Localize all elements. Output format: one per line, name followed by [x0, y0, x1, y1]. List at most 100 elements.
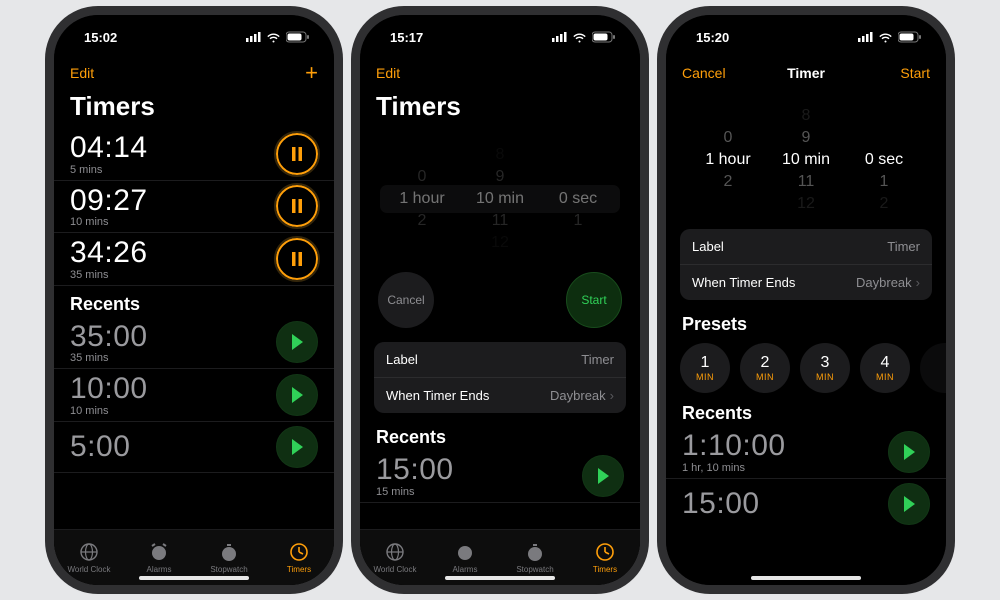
picker-seconds[interactable]: 0 sec 1 2	[845, 105, 923, 215]
cellular-icon	[246, 32, 261, 42]
pause-button[interactable]	[276, 185, 318, 227]
status-time: 15:17	[390, 30, 423, 45]
page-title: Timers	[54, 89, 334, 128]
home-indicator[interactable]	[139, 576, 249, 580]
presets-row: 1MIN 2MIN 3MIN 4MIN	[666, 337, 946, 395]
alarm-icon	[148, 541, 170, 563]
recent-duration: 5:00	[70, 431, 130, 463]
recent-timer-row[interactable]: 15:00	[666, 479, 946, 529]
recent-timer-row[interactable]: 35:0035 mins	[54, 317, 334, 370]
home-indicator[interactable]	[751, 576, 861, 580]
wifi-icon	[572, 32, 587, 43]
start-round-button[interactable]: Start	[566, 272, 622, 328]
timer-label: 10 mins	[70, 216, 148, 228]
phone-1: 15:02 Edit + Timers 04:145 mins 09:2710 …	[54, 15, 334, 585]
cellular-icon	[552, 32, 567, 42]
timer-icon	[288, 541, 310, 563]
status-time: 15:20	[696, 30, 729, 45]
tab-label: World Clock	[68, 565, 111, 574]
edit-button[interactable]: Edit	[70, 65, 114, 81]
nav-bar: Edit	[360, 59, 640, 89]
play-button[interactable]	[888, 483, 930, 525]
picker-seconds[interactable]: 0 sec 1	[539, 166, 617, 232]
recent-label: 1 hr, 10 mins	[682, 462, 786, 474]
section-recents: Recents	[666, 395, 946, 426]
chevron-right-icon: ›	[610, 388, 614, 403]
picker-minutes[interactable]: 8 9 10 min 11 12	[767, 105, 845, 215]
active-timer-row[interactable]: 34:2635 mins	[54, 233, 334, 286]
battery-icon	[898, 31, 922, 43]
phone-2: 15:17 Edit Timers 0 1 hour 2 8	[360, 15, 640, 585]
preset-button[interactable]: 2MIN	[740, 343, 790, 393]
chevron-right-icon: ›	[916, 275, 920, 290]
duration-picker[interactable]: 0 1 hour 2 8 9 10 min 11 12 0 sec 1	[372, 134, 628, 264]
home-indicator[interactable]	[445, 576, 555, 580]
section-recents: Recents	[360, 419, 640, 450]
play-button[interactable]	[276, 374, 318, 416]
recent-duration: 10:00	[70, 373, 148, 405]
picker-hours[interactable]: 0 1 hour 2	[383, 166, 461, 232]
picker-controls: Cancel Start	[360, 268, 640, 338]
recent-label: 35 mins	[70, 352, 148, 364]
preset-button[interactable]: 3MIN	[800, 343, 850, 393]
start-button[interactable]: Start	[886, 65, 930, 81]
stopwatch-icon	[218, 541, 240, 563]
recent-timer-row[interactable]: 1:10:001 hr, 10 mins	[666, 426, 946, 479]
active-timer-row[interactable]: 09:2710 mins	[54, 181, 334, 234]
battery-icon	[592, 31, 616, 43]
tab-label: World Clock	[374, 565, 417, 574]
duration-picker[interactable]: 0 1 hour 2 8 9 10 min 11 12 0 sec 1	[678, 95, 934, 225]
recent-timer-row[interactable]: 5:00	[54, 422, 334, 473]
pause-button[interactable]	[276, 133, 318, 175]
cancel-round-button[interactable]: Cancel	[378, 272, 434, 328]
stopwatch-icon	[524, 541, 546, 563]
tab-timers[interactable]: Timers	[570, 530, 640, 585]
when-ends-row[interactable]: When Timer EndsDaybreak›	[374, 377, 626, 413]
add-timer-button[interactable]: +	[274, 62, 318, 84]
recent-duration: 35:00	[70, 321, 148, 353]
modal-title: Timer	[787, 65, 825, 81]
timer-icon	[594, 541, 616, 563]
active-timer-row[interactable]: 04:145 mins	[54, 128, 334, 181]
play-button[interactable]	[276, 321, 318, 363]
tab-world-clock[interactable]: World Clock	[54, 530, 124, 585]
battery-icon	[286, 31, 310, 43]
preset-button[interactable]: 4MIN	[860, 343, 910, 393]
alarm-icon	[454, 541, 476, 563]
timer-remaining: 09:27	[70, 185, 148, 217]
wifi-icon	[878, 32, 893, 43]
timer-remaining: 34:26	[70, 237, 148, 269]
picker-minutes[interactable]: 8 9 10 min 11 12	[461, 144, 539, 254]
timer-remaining: 04:14	[70, 132, 148, 164]
label-row[interactable]: LabelTimer	[680, 229, 932, 264]
play-button[interactable]	[582, 455, 624, 497]
pause-button[interactable]	[276, 238, 318, 280]
recent-duration: 1:10:00	[682, 430, 786, 462]
tab-label: Stopwatch	[516, 565, 553, 574]
recent-timer-row[interactable]: 15:0015 mins	[360, 450, 640, 503]
when-ends-row[interactable]: When Timer EndsDaybreak›	[680, 264, 932, 300]
cellular-icon	[858, 32, 873, 42]
tab-label: Alarms	[147, 565, 172, 574]
tab-world-clock[interactable]: World Clock	[360, 530, 430, 585]
globe-icon	[384, 541, 406, 563]
recent-timer-row[interactable]: 10:0010 mins	[54, 369, 334, 422]
label-row[interactable]: LabelTimer	[374, 342, 626, 377]
cancel-button[interactable]: Cancel	[682, 65, 726, 81]
tab-label: Timers	[593, 565, 617, 574]
tab-label: Timers	[287, 565, 311, 574]
timer-options-card: LabelTimer When Timer EndsDaybreak›	[374, 342, 626, 413]
phone-3: ◀ Siri 15:20 Cancel Timer Start 0 1 hour	[666, 15, 946, 585]
tab-timers[interactable]: Timers	[264, 530, 334, 585]
edit-button[interactable]: Edit	[376, 65, 420, 81]
preset-button[interactable]	[920, 343, 946, 393]
globe-icon	[78, 541, 100, 563]
picker-hours[interactable]: 0 1 hour 2	[689, 105, 767, 215]
play-button[interactable]	[276, 426, 318, 468]
nav-bar: Edit +	[54, 59, 334, 89]
timer-label: 5 mins	[70, 164, 148, 176]
play-button[interactable]	[888, 431, 930, 473]
recent-label: 10 mins	[70, 405, 148, 417]
preset-button[interactable]: 1MIN	[680, 343, 730, 393]
section-recents: Recents	[54, 286, 334, 317]
